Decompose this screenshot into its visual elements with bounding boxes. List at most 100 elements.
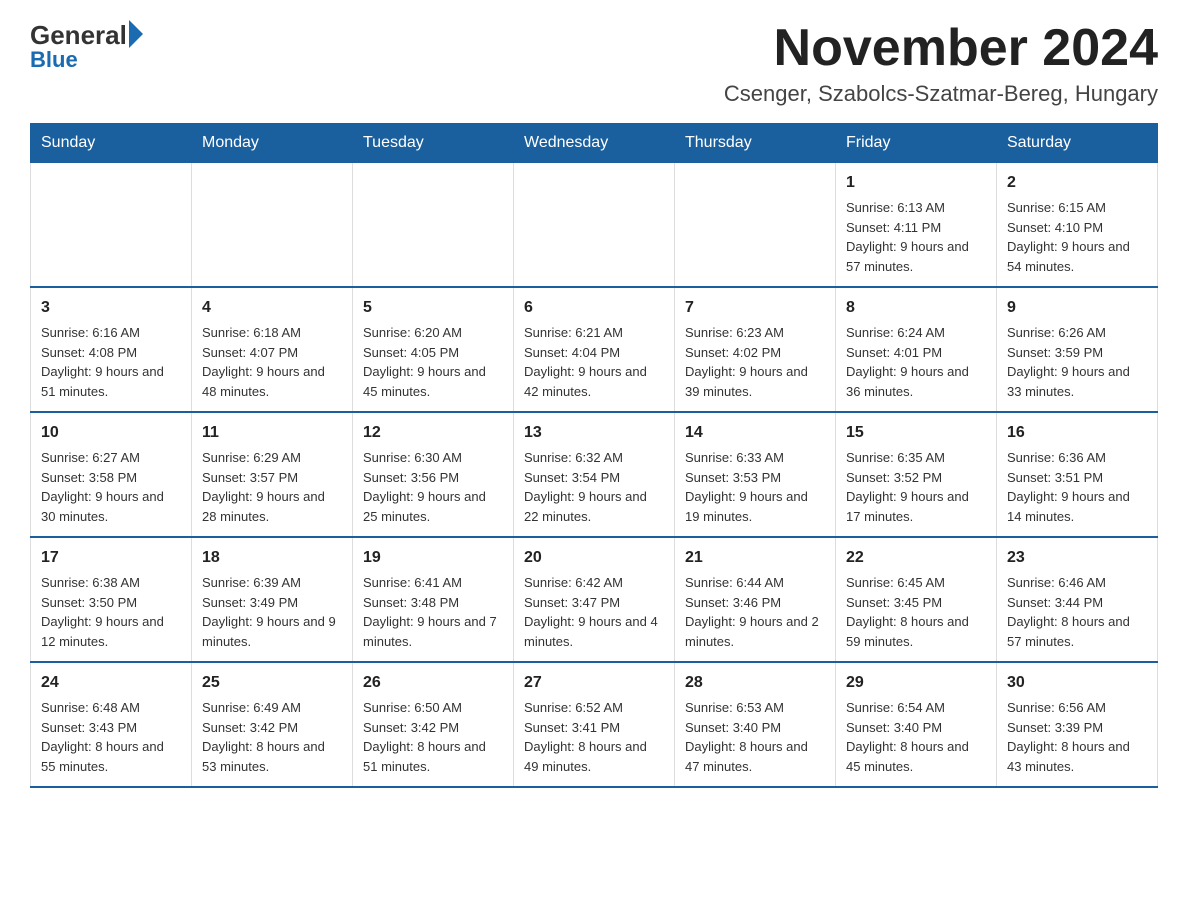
day-number: 10 — [41, 421, 181, 445]
week-row-2: 3 Sunrise: 6:16 AMSunset: 4:08 PMDaylight… — [31, 287, 1158, 412]
day-info: Sunrise: 6:41 AMSunset: 3:48 PMDaylight:… — [363, 573, 503, 651]
day-number: 29 — [846, 671, 986, 695]
day-info: Sunrise: 6:21 AMSunset: 4:04 PMDaylight:… — [524, 323, 664, 401]
day-info: Sunrise: 6:54 AMSunset: 3:40 PMDaylight:… — [846, 698, 986, 776]
day-number: 16 — [1007, 421, 1147, 445]
day-number: 2 — [1007, 171, 1147, 195]
calendar-cell: 13 Sunrise: 6:32 AMSunset: 3:54 PMDayligh… — [514, 412, 675, 537]
calendar-cell: 19 Sunrise: 6:41 AMSunset: 3:48 PMDayligh… — [353, 537, 514, 662]
day-number: 27 — [524, 671, 664, 695]
calendar-cell: 25 Sunrise: 6:49 AMSunset: 3:42 PMDayligh… — [192, 662, 353, 787]
day-number: 13 — [524, 421, 664, 445]
day-number: 30 — [1007, 671, 1147, 695]
day-info: Sunrise: 6:33 AMSunset: 3:53 PMDaylight:… — [685, 448, 825, 526]
calendar-cell: 11 Sunrise: 6:29 AMSunset: 3:57 PMDayligh… — [192, 412, 353, 537]
weekday-header-saturday: Saturday — [997, 124, 1158, 163]
day-info: Sunrise: 6:35 AMSunset: 3:52 PMDaylight:… — [846, 448, 986, 526]
day-number: 21 — [685, 546, 825, 570]
day-info: Sunrise: 6:39 AMSunset: 3:49 PMDaylight:… — [202, 573, 342, 651]
day-info: Sunrise: 6:29 AMSunset: 3:57 PMDaylight:… — [202, 448, 342, 526]
day-info: Sunrise: 6:49 AMSunset: 3:42 PMDaylight:… — [202, 698, 342, 776]
day-number: 20 — [524, 546, 664, 570]
calendar-cell: 5Sunrise: 6:20 AMSunset: 4:05 PMDaylight… — [353, 287, 514, 412]
day-number: 17 — [41, 546, 181, 570]
day-number: 25 — [202, 671, 342, 695]
calendar-cell: 10 Sunrise: 6:27 AMSunset: 3:58 PMDayligh… — [31, 412, 192, 537]
day-number: 6 — [524, 296, 664, 320]
calendar-cell: 17Sunrise: 6:38 AMSunset: 3:50 PMDayligh… — [31, 537, 192, 662]
weekday-header-monday: Monday — [192, 124, 353, 163]
calendar-cell: 4 Sunrise: 6:18 AMSunset: 4:07 PMDaylight… — [192, 287, 353, 412]
day-info: Sunrise: 6:18 AMSunset: 4:07 PMDaylight:… — [202, 323, 342, 401]
day-number: 22 — [846, 546, 986, 570]
calendar-cell: 3 Sunrise: 6:16 AMSunset: 4:08 PMDaylight… — [31, 287, 192, 412]
day-info: Sunrise: 6:23 AMSunset: 4:02 PMDaylight:… — [685, 323, 825, 401]
day-info: Sunrise: 6:46 AMSunset: 3:44 PMDaylight:… — [1007, 573, 1147, 651]
day-number: 15 — [846, 421, 986, 445]
day-info: Sunrise: 6:52 AMSunset: 3:41 PMDaylight:… — [524, 698, 664, 776]
weekday-header-row: SundayMondayTuesdayWednesdayThursdayFrid… — [31, 124, 1158, 163]
weekday-header-friday: Friday — [836, 124, 997, 163]
day-number: 9 — [1007, 296, 1147, 320]
calendar-cell: 6 Sunrise: 6:21 AMSunset: 4:04 PMDaylight… — [514, 287, 675, 412]
day-info: Sunrise: 6:44 AMSunset: 3:46 PMDaylight:… — [685, 573, 825, 651]
calendar-cell: 7Sunrise: 6:23 AMSunset: 4:02 PMDaylight… — [675, 287, 836, 412]
calendar-cell: 15 Sunrise: 6:35 AMSunset: 3:52 PMDayligh… — [836, 412, 997, 537]
calendar-cell: 16 Sunrise: 6:36 AMSunset: 3:51 PMDayligh… — [997, 412, 1158, 537]
calendar-cell: 9 Sunrise: 6:26 AMSunset: 3:59 PMDaylight… — [997, 287, 1158, 412]
calendar-cell: 8 Sunrise: 6:24 AMSunset: 4:01 PMDaylight… — [836, 287, 997, 412]
calendar-cell: 28Sunrise: 6:53 AMSunset: 3:40 PMDayligh… — [675, 662, 836, 787]
day-number: 3 — [41, 296, 181, 320]
calendar-cell: 26Sunrise: 6:50 AMSunset: 3:42 PMDayligh… — [353, 662, 514, 787]
week-row-3: 10 Sunrise: 6:27 AMSunset: 3:58 PMDayligh… — [31, 412, 1158, 537]
day-info: Sunrise: 6:48 AMSunset: 3:43 PMDaylight:… — [41, 698, 181, 776]
day-number: 11 — [202, 421, 342, 445]
day-info: Sunrise: 6:26 AMSunset: 3:59 PMDaylight:… — [1007, 323, 1147, 401]
day-info: Sunrise: 6:53 AMSunset: 3:40 PMDaylight:… — [685, 698, 825, 776]
day-info: Sunrise: 6:16 AMSunset: 4:08 PMDaylight:… — [41, 323, 181, 401]
calendar-cell — [192, 163, 353, 288]
day-number: 1 — [846, 171, 986, 195]
logo: General Blue — [30, 20, 143, 73]
week-row-5: 24Sunrise: 6:48 AMSunset: 3:43 PMDayligh… — [31, 662, 1158, 787]
calendar-subtitle: Csenger, Szabolcs-Szatmar-Bereg, Hungary — [724, 81, 1158, 107]
week-row-4: 17Sunrise: 6:38 AMSunset: 3:50 PMDayligh… — [31, 537, 1158, 662]
day-number: 12 — [363, 421, 503, 445]
day-info: Sunrise: 6:42 AMSunset: 3:47 PMDaylight:… — [524, 573, 664, 651]
day-number: 5 — [363, 296, 503, 320]
day-info: Sunrise: 6:50 AMSunset: 3:42 PMDaylight:… — [363, 698, 503, 776]
weekday-header-wednesday: Wednesday — [514, 124, 675, 163]
day-info: Sunrise: 6:24 AMSunset: 4:01 PMDaylight:… — [846, 323, 986, 401]
calendar-cell — [514, 163, 675, 288]
day-info: Sunrise: 6:30 AMSunset: 3:56 PMDaylight:… — [363, 448, 503, 526]
calendar-cell: 23 Sunrise: 6:46 AMSunset: 3:44 PMDayligh… — [997, 537, 1158, 662]
logo-triangle-icon — [129, 20, 143, 48]
day-number: 18 — [202, 546, 342, 570]
day-info: Sunrise: 6:36 AMSunset: 3:51 PMDaylight:… — [1007, 448, 1147, 526]
calendar-cell — [675, 163, 836, 288]
calendar-cell: 18 Sunrise: 6:39 AMSunset: 3:49 PMDayligh… — [192, 537, 353, 662]
day-number: 8 — [846, 296, 986, 320]
logo-blue-text: Blue — [30, 47, 78, 73]
calendar-cell: 20 Sunrise: 6:42 AMSunset: 3:47 PMDayligh… — [514, 537, 675, 662]
calendar-cell — [31, 163, 192, 288]
day-number: 14 — [685, 421, 825, 445]
calendar-table: SundayMondayTuesdayWednesdayThursdayFrid… — [30, 123, 1158, 788]
calendar-cell: 27 Sunrise: 6:52 AMSunset: 3:41 PMDayligh… — [514, 662, 675, 787]
day-info: Sunrise: 6:27 AMSunset: 3:58 PMDaylight:… — [41, 448, 181, 526]
day-info: Sunrise: 6:32 AMSunset: 3:54 PMDaylight:… — [524, 448, 664, 526]
day-number: 19 — [363, 546, 503, 570]
day-info: Sunrise: 6:15 AMSunset: 4:10 PMDaylight:… — [1007, 198, 1147, 276]
week-row-1: 1Sunrise: 6:13 AMSunset: 4:11 PMDaylight… — [31, 163, 1158, 288]
weekday-header-thursday: Thursday — [675, 124, 836, 163]
calendar-cell: 29 Sunrise: 6:54 AMSunset: 3:40 PMDayligh… — [836, 662, 997, 787]
calendar-cell: 22 Sunrise: 6:45 AMSunset: 3:45 PMDayligh… — [836, 537, 997, 662]
calendar-cell — [353, 163, 514, 288]
calendar-title: November 2024 — [724, 20, 1158, 77]
calendar-cell: 30Sunrise: 6:56 AMSunset: 3:39 PMDayligh… — [997, 662, 1158, 787]
title-area: November 2024 Csenger, Szabolcs-Szatmar-… — [724, 20, 1158, 107]
calendar-cell: 24Sunrise: 6:48 AMSunset: 3:43 PMDayligh… — [31, 662, 192, 787]
day-info: Sunrise: 6:45 AMSunset: 3:45 PMDaylight:… — [846, 573, 986, 651]
day-number: 23 — [1007, 546, 1147, 570]
day-number: 4 — [202, 296, 342, 320]
